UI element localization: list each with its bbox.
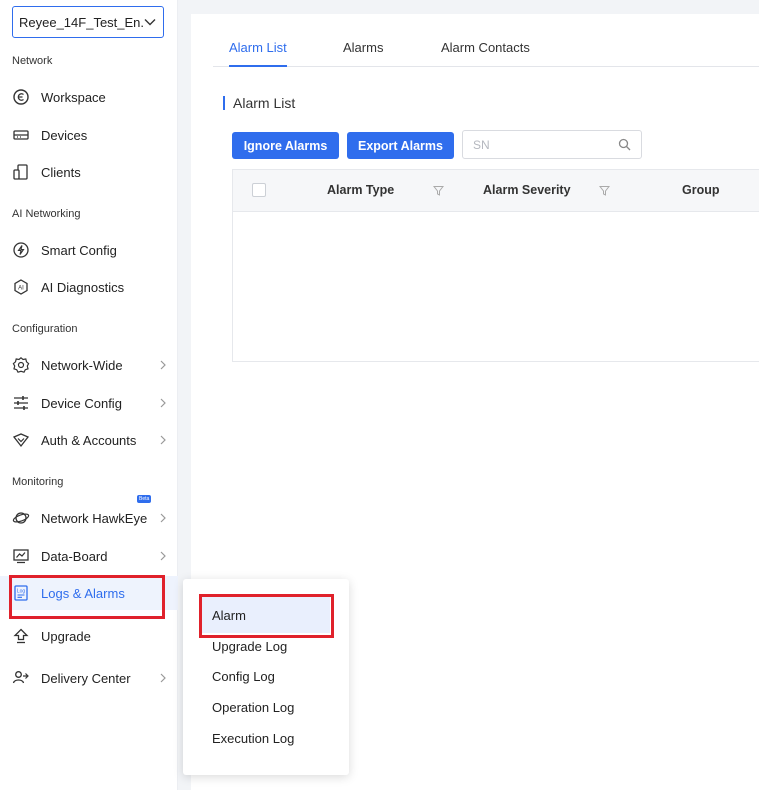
sidebar-item-upgrade[interactable]: Upgrade xyxy=(0,619,178,653)
group-label-ai-networking: AI Networking xyxy=(12,208,81,220)
hawkeye-icon xyxy=(12,509,30,527)
table-header: Alarm Type Alarm Severity Group xyxy=(233,170,759,212)
group-label-network: Network xyxy=(12,55,53,67)
workspace-icon xyxy=(12,88,30,106)
sliders-icon xyxy=(12,394,30,412)
submenu-item-execution-log[interactable]: Execution Log xyxy=(200,720,330,756)
highlight-box-alarm xyxy=(199,594,334,638)
beta-badge: Beta xyxy=(137,495,152,503)
tab-alarm-contacts[interactable]: Alarm Contacts xyxy=(441,40,530,67)
upgrade-icon xyxy=(12,627,30,645)
data-board-icon xyxy=(12,547,30,565)
sidebar-item-label: Smart Config xyxy=(41,242,117,258)
svg-text:AI: AI xyxy=(18,286,24,292)
sidebar-item-clients[interactable]: Clients xyxy=(0,155,178,189)
sidebar-item-ai-diagnostics[interactable]: AI AI Diagnostics xyxy=(0,270,178,304)
chevron-right-icon xyxy=(160,513,166,523)
sidebar-item-label: Network-Wide xyxy=(41,357,123,373)
sidebar-item-label: Network HawkEye xyxy=(41,510,148,526)
column-header-group[interactable]: Group xyxy=(682,183,720,197)
project-selector[interactable]: Reyee_14F_Test_En... xyxy=(12,6,164,38)
sidebar-item-label: Devices xyxy=(41,127,88,143)
sidebar-item-workspace[interactable]: Workspace xyxy=(0,80,178,114)
search-box xyxy=(462,130,642,159)
smart-config-icon xyxy=(12,241,30,259)
filter-icon[interactable] xyxy=(599,185,610,196)
group-label-configuration: Configuration xyxy=(12,323,78,335)
sidebar-item-label: Data-Board xyxy=(41,548,108,564)
chevron-right-icon xyxy=(160,435,166,445)
delivery-icon xyxy=(12,669,30,687)
sidebar: Reyee_14F_Test_En... Network Workspace D… xyxy=(0,0,178,790)
sidebar-item-auth-accounts[interactable]: Auth & Accounts xyxy=(0,423,178,457)
sidebar-item-label: Clients xyxy=(41,164,81,180)
sidebar-item-label: Auth & Accounts xyxy=(41,432,137,448)
sidebar-item-label: AI Diagnostics xyxy=(41,279,125,295)
group-label-monitoring: Monitoring xyxy=(12,476,64,488)
filter-icon[interactable] xyxy=(433,185,444,196)
chevron-right-icon xyxy=(160,360,166,370)
chevron-right-icon xyxy=(160,398,166,408)
column-header-alarm-type[interactable]: Alarm Type xyxy=(327,183,394,197)
project-name: Reyee_14F_Test_En... xyxy=(19,14,143,30)
chevron-right-icon xyxy=(160,551,166,561)
sidebar-item-data-board[interactable]: Data-Board xyxy=(0,539,178,573)
sidebar-item-network-wide[interactable]: Network-Wide xyxy=(0,348,178,382)
devices-icon xyxy=(12,126,30,144)
sidebar-item-device-config[interactable]: Device Config xyxy=(0,386,178,420)
ai-diagnostics-icon: AI xyxy=(12,278,30,296)
sidebar-item-label: Upgrade xyxy=(41,628,91,644)
sidebar-item-label: Workspace xyxy=(41,89,106,105)
sidebar-item-label: Device Config xyxy=(41,395,122,411)
auth-icon xyxy=(12,431,30,449)
export-alarms-button[interactable]: Export Alarms xyxy=(347,132,454,159)
sidebar-item-label: Delivery Center xyxy=(41,670,131,686)
section-title: Alarm List xyxy=(223,96,295,110)
tab-bar: Alarm List Alarms Alarm Contacts xyxy=(213,34,759,67)
sidebar-item-devices[interactable]: Devices xyxy=(0,118,178,152)
ignore-alarms-button[interactable]: Ignore Alarms xyxy=(232,132,339,159)
sidebar-item-smart-config[interactable]: Smart Config xyxy=(0,233,178,267)
highlight-box-logs xyxy=(9,575,165,619)
chevron-down-icon xyxy=(144,19,156,26)
sidebar-item-delivery-center[interactable]: Delivery Center xyxy=(0,661,178,695)
select-all-checkbox[interactable] xyxy=(252,183,266,197)
chevron-right-icon xyxy=(160,673,166,683)
clients-icon xyxy=(12,163,30,181)
column-header-alarm-severity[interactable]: Alarm Severity xyxy=(483,183,571,197)
search-icon[interactable] xyxy=(618,138,631,151)
gear-icon xyxy=(12,356,30,374)
sidebar-item-network-hawkeye[interactable]: Network HawkEye Beta xyxy=(0,495,178,535)
search-input[interactable] xyxy=(473,137,618,152)
tab-alarms[interactable]: Alarms xyxy=(343,40,383,67)
tab-alarm-list[interactable]: Alarm List xyxy=(229,40,287,67)
alarm-table: Alarm Type Alarm Severity Group xyxy=(232,169,759,362)
